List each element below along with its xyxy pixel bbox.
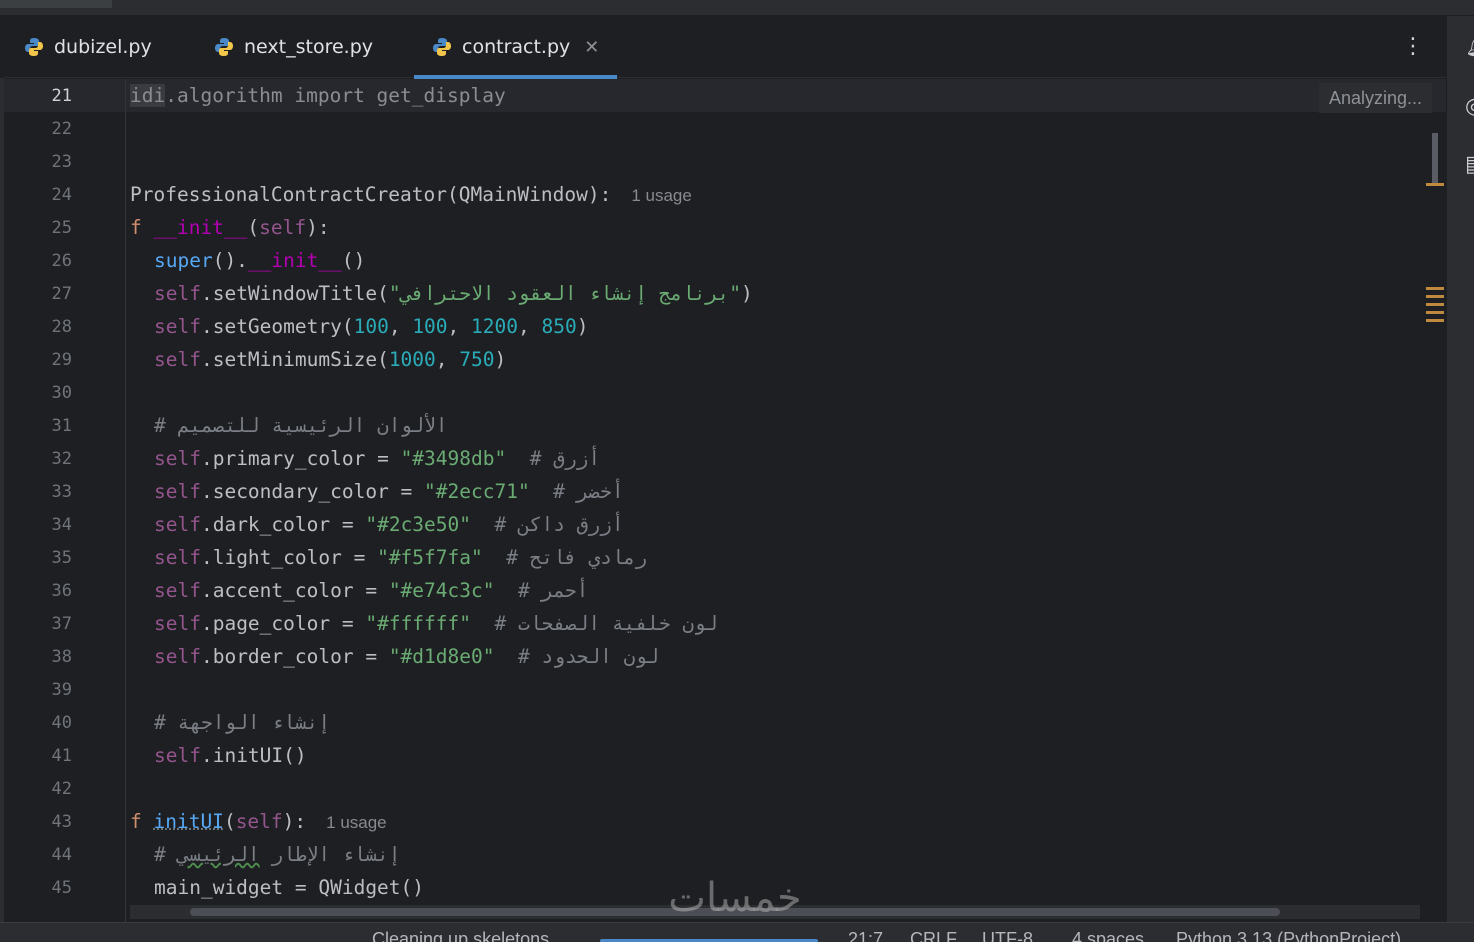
line-number: 23 (51, 152, 72, 172)
line-number: 37 (51, 614, 72, 634)
code-line-38: self.border_color = "#d1d8e0" # لون الحد… (154, 645, 659, 668)
tab-contract[interactable]: contract.py ✕ (414, 16, 618, 79)
line-number-gutter: 21 22 23 24 25 26 27 28 29 30 31 32 33 3… (4, 79, 126, 922)
code-line-24: ProfessionalContractCreator(QMainWindow)… (130, 183, 692, 206)
code-line-27: self.setWindowTitle("برنامج إنشاء العقود… (154, 282, 753, 305)
file-encoding[interactable]: UTF-8 (982, 929, 1033, 942)
code-line-44: # إنشاء الإطار الرئيسي (154, 843, 401, 866)
code-line-36: self.accent_color = "#e74c3c" # أحمر (154, 579, 589, 602)
scroll-position-marker[interactable] (1432, 133, 1438, 185)
line-number: 27 (51, 284, 72, 304)
watermark-logo: خمسات (668, 875, 802, 921)
code-line-21: idi.algorithm import get_display (130, 84, 506, 107)
line-number: 32 (51, 449, 72, 469)
code-line-33: self.secondary_color = "#2ecc71" # أخضر (154, 480, 624, 503)
usage-hint[interactable]: 1 usage (326, 813, 387, 832)
tab-label: next_store.py (244, 36, 373, 58)
warning-marker[interactable] (1426, 303, 1444, 306)
tab-label: dubizel.py (54, 36, 152, 58)
line-number: 42 (51, 779, 72, 799)
editor-tab-bar: dubizel.py next_store.py contract.py ✕ ⋮ (4, 16, 1446, 79)
code-area[interactable]: idi.algorithm import get_display Profess… (130, 79, 1430, 922)
line-number: 36 (51, 581, 72, 601)
caret-position[interactable]: 21:7 (848, 929, 883, 942)
line-number: 21 (51, 86, 72, 106)
code-line-32: self.primary_color = "#3498db" # أزرق (154, 447, 601, 470)
error-stripe[interactable] (1424, 119, 1446, 879)
close-tab-icon[interactable]: ✕ (584, 37, 599, 58)
title-strip (0, 0, 1474, 16)
line-number: 38 (51, 647, 72, 667)
line-number: 41 (51, 746, 72, 766)
code-line-34: self.dark_color = "#2c3e50" # أزرق داكن (154, 513, 624, 536)
tab-next-store[interactable]: next_store.py (214, 16, 373, 78)
code-line-37: self.page_color = "#ffffff" # لون خلفية … (154, 612, 718, 635)
code-line-41: self.initUI() (154, 744, 307, 767)
python-file-icon (215, 38, 233, 56)
code-line-45: main_widget = QWidget() (154, 876, 425, 899)
code-line-31: # الألوان الرئيسية للتصميم (154, 414, 448, 437)
line-number: 30 (51, 383, 72, 403)
more-options-icon[interactable]: ⋮ (1402, 34, 1424, 60)
line-number: 39 (51, 680, 72, 700)
background-task-label[interactable]: Cleaning up skeletons (372, 929, 549, 942)
code-line-28: self.setGeometry(100, 100, 1200, 850) (154, 315, 589, 338)
line-number: 34 (51, 515, 72, 535)
usage-hint[interactable]: 1 usage (631, 186, 692, 205)
notifications-icon[interactable]: 🔔︎ (1465, 34, 1474, 59)
warning-marker[interactable] (1426, 319, 1444, 322)
right-tool-strip: 🔔︎ ◎ ▤ (1446, 16, 1474, 922)
warning-marker[interactable] (1426, 183, 1444, 186)
line-number: 33 (51, 482, 72, 502)
code-line-43: f initUI(self): 1 usage (130, 810, 387, 833)
python-interpreter[interactable]: Python 3.13 (PythonProject) (1176, 929, 1401, 942)
indent-setting[interactable]: 4 spaces (1072, 929, 1144, 942)
line-number: 29 (51, 350, 72, 370)
line-number: 40 (51, 713, 72, 733)
tab-label: contract.py (462, 36, 571, 58)
code-line-26: super().__init__() (154, 249, 366, 272)
warning-marker[interactable] (1426, 295, 1444, 298)
title-strip-block (0, 0, 112, 8)
line-number: 24 (51, 185, 72, 205)
code-line-29: self.setMinimumSize(1000, 750) (154, 348, 507, 371)
analyzing-indicator: Analyzing... (1318, 83, 1432, 113)
line-number: 45 (51, 878, 72, 898)
warning-marker[interactable] (1426, 287, 1444, 290)
line-number: 22 (51, 119, 72, 139)
code-editor[interactable]: 21 22 23 24 25 26 27 28 29 30 31 32 33 3… (4, 79, 1446, 922)
code-line-35: self.light_color = "#f5f7fa" # رمادي فات… (154, 546, 648, 569)
line-number: 25 (51, 218, 72, 238)
warning-marker[interactable] (1426, 311, 1444, 314)
line-number: 43 (51, 812, 72, 832)
python-file-icon (25, 38, 43, 56)
line-number: 31 (51, 416, 72, 436)
status-bar: Cleaning up skeletons 21:7 CRLF UTF-8 4 … (0, 922, 1474, 942)
line-number: 26 (51, 251, 72, 271)
line-number: 35 (51, 548, 72, 568)
line-number: 44 (51, 845, 72, 865)
line-separator[interactable]: CRLF (910, 929, 957, 942)
ai-assistant-icon[interactable]: ◎ (1465, 94, 1474, 119)
code-line-40: # إنشاء الواجهة (154, 711, 331, 734)
code-line-25: f __init__(self): (130, 216, 330, 239)
tab-dubizel[interactable]: dubizel.py (24, 16, 152, 78)
python-file-icon (433, 38, 451, 56)
line-number: 28 (51, 317, 72, 337)
database-icon[interactable]: ▤ (1465, 152, 1474, 177)
